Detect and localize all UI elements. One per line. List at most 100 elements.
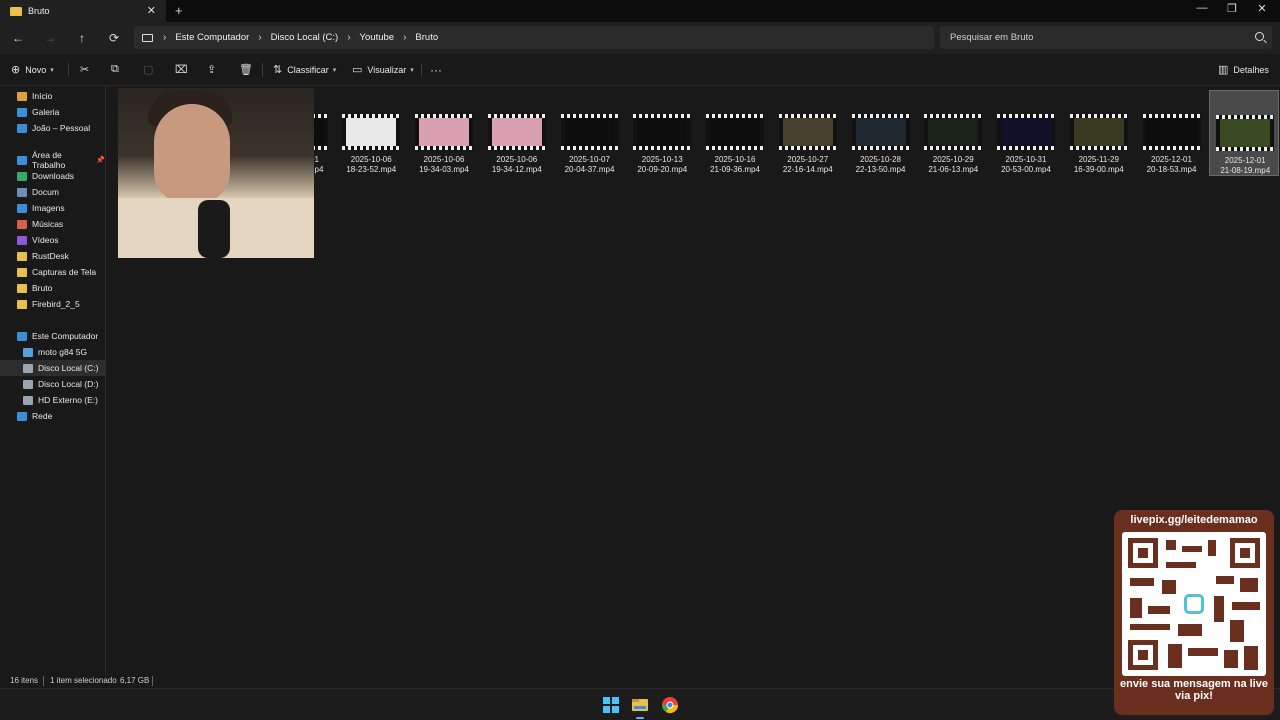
file-item[interactable]: 2025-10-27 22-16-14.mp4 — [773, 90, 843, 176]
file-item[interactable]: 2025-10-31 20-53-00.mp4 — [991, 90, 1061, 176]
chevron-down-icon: ▾ — [332, 66, 337, 74]
new-button[interactable]: ⊕ Novo ▾ — [11, 63, 54, 76]
details-pane-icon: ▥ — [1218, 64, 1229, 76]
refresh-button[interactable]: ⟳ — [106, 30, 122, 46]
sidebar-item[interactable]: Capturas de Tela — [0, 264, 105, 280]
sidebar-item[interactable]: Disco Local (D:) — [0, 376, 105, 392]
sidebar-item[interactable]: Disco Local (C:) — [0, 360, 105, 376]
delete-button[interactable]: 🗑 — [239, 63, 253, 76]
file-name: 2025-10-06 18-23-52.mp4 — [336, 155, 406, 175]
tab-close-icon[interactable]: ✕ — [147, 4, 156, 17]
rename-button[interactable]: ⌧ — [175, 63, 188, 76]
sidebar-item[interactable]: Músicas — [0, 216, 105, 232]
more-options-button[interactable]: ··· — [430, 63, 442, 77]
sidebar-item-label: João – Pessoal — [32, 123, 91, 133]
sidebar-item[interactable]: HD Externo (E:) — [0, 392, 105, 408]
start-button[interactable] — [601, 695, 621, 715]
sidebar-item[interactable]: Bruto — [0, 280, 105, 296]
file-name-line2: 21-08-19.mp4 — [1220, 166, 1271, 175]
sidebar-item[interactable]: Galeria — [0, 104, 105, 120]
file-name-line2: 22-16-14.mp4 — [782, 165, 833, 174]
sidebar-item[interactable]: Downloads — [0, 168, 105, 184]
close-window-button[interactable]: ✕ — [1252, 2, 1272, 15]
sidebar-item-label: Bruto — [32, 283, 53, 293]
tab-title: Bruto — [28, 6, 50, 16]
file-explorer-taskbar-button[interactable] — [630, 695, 650, 719]
back-button[interactable]: ← — [10, 30, 26, 46]
new-label: Novo — [25, 64, 47, 75]
share-button[interactable]: ⇪ — [207, 63, 216, 76]
sidebar-item[interactable]: moto g84 5G — [0, 344, 105, 360]
forward-button[interactable]: → — [42, 30, 58, 46]
film-strip — [851, 114, 910, 118]
cloud-icon — [17, 123, 27, 133]
sidebar-item[interactable]: Este Computador — [0, 328, 105, 344]
qr-finder — [1230, 538, 1260, 568]
sidebar-item-label: Músicas — [32, 219, 64, 229]
thumbnail-frame — [1146, 118, 1197, 146]
search-icon[interactable] — [1255, 32, 1264, 41]
file-item[interactable]: 2025-10-16 21-09-36.mp4 — [700, 90, 770, 176]
sidebar-item[interactable]: Imagens — [0, 200, 105, 216]
file-name: 2025-11-29 16-39-00.mp4 — [1064, 155, 1134, 175]
sort-icon: ⇅ — [273, 64, 283, 76]
maximize-button[interactable]: ❐ — [1222, 2, 1242, 15]
divider — [152, 676, 153, 686]
file-item[interactable]: 2025-11-29 16-39-00.mp4 — [1064, 90, 1134, 176]
details-button[interactable]: ▥ Detalhes — [1218, 63, 1269, 76]
file-name: 2025-10-16 21-09-36.mp4 — [700, 155, 770, 175]
thumbnail-frame — [855, 118, 906, 146]
sidebar-item[interactable]: João – Pessoal — [0, 120, 105, 136]
paste-button[interactable]: ▢ — [143, 63, 153, 76]
file-item[interactable]: 2025-10-13 20-09-20.mp4 — [627, 90, 697, 176]
sidebar-item-label: moto g84 5G — [38, 347, 88, 357]
sidebar-item[interactable]: Firebird_2_5 — [0, 296, 105, 312]
breadcrumb-separator: › — [258, 32, 262, 43]
sort-button[interactable]: ⇅ Classificar ▾ — [273, 63, 336, 76]
file-item[interactable]: 2025-10-06 19-34-03.mp4 — [409, 90, 479, 176]
file-item[interactable]: 2025-12-01 20-18-53.mp4 — [1137, 90, 1207, 176]
paste-icon: ▢ — [143, 64, 154, 76]
sidebar-item[interactable]: RustDesk — [0, 248, 105, 264]
desktop-icon — [17, 155, 27, 165]
breadcrumb-disco-local-c[interactable]: Disco Local (C:) — [271, 32, 339, 43]
sidebar-item[interactable]: Vídeos — [0, 232, 105, 248]
file-name-line2: 20-18-53.mp4 — [1146, 165, 1197, 174]
cut-button[interactable]: ✂ — [80, 63, 89, 76]
trash-icon: 🗑 — [239, 64, 253, 76]
file-item[interactable]: 2025-10-06 19-34-12.mp4 — [482, 90, 552, 176]
breadcrumb-este-computador[interactable]: Este Computador — [175, 32, 249, 43]
search-input[interactable]: Pesquisar em Bruto — [940, 26, 1272, 49]
file-item[interactable]: 2025-10-28 22-13-50.mp4 — [846, 90, 916, 176]
file-item[interactable]: 2025-10-06 18-23-52.mp4 — [336, 90, 406, 176]
address-bar[interactable]: › Este Computador › Disco Local (C:) › Y… — [134, 26, 934, 49]
file-name-line1: 2025-10-06 — [496, 155, 538, 164]
film-strip — [560, 146, 619, 150]
breadcrumb-bruto[interactable]: Bruto — [415, 32, 438, 43]
sidebar-item[interactable]: Área de Trabalho 📌 — [0, 150, 105, 170]
breadcrumb-youtube[interactable]: Youtube — [360, 32, 395, 43]
new-tab-button[interactable]: + — [175, 3, 183, 18]
sidebar-item-label: Disco Local (C:) — [38, 363, 99, 373]
scissors-icon: ✂ — [80, 64, 90, 76]
download-icon — [17, 171, 27, 181]
up-button[interactable]: ↑ — [74, 30, 90, 46]
minimize-button[interactable]: — — [1192, 2, 1212, 14]
sidebar-item[interactable]: Início — [0, 88, 105, 104]
sidebar-item[interactable]: Docum — [0, 184, 105, 200]
tab-bruto[interactable]: Bruto ✕ — [0, 0, 166, 22]
file-item[interactable]: 2025-10-29 21-06-13.mp4 — [918, 90, 988, 176]
file-name-line2: 21-06-13.mp4 — [928, 165, 979, 174]
sidebar-item[interactable]: Rede — [0, 408, 105, 424]
file-item[interactable]: 2025-12-01 21-08-19.mp4 — [1209, 90, 1280, 176]
qr-finder — [1128, 538, 1158, 568]
status-bar: 16 itens 1 item selecionado 6,17 GB — [0, 674, 1280, 688]
sidebar-item-label: Este Computador — [32, 331, 99, 341]
file-name-line2: 16-39-00.mp4 — [1073, 165, 1124, 174]
copy-button[interactable]: ⧉ — [111, 63, 119, 76]
film-strip — [1142, 114, 1201, 118]
file-item[interactable]: 2025-10-07 20-04-37.mp4 — [555, 90, 625, 176]
qr-finder — [1128, 640, 1158, 670]
chrome-taskbar-button[interactable] — [660, 695, 680, 715]
view-button[interactable]: ▭ Visualizar ▾ — [352, 63, 414, 76]
